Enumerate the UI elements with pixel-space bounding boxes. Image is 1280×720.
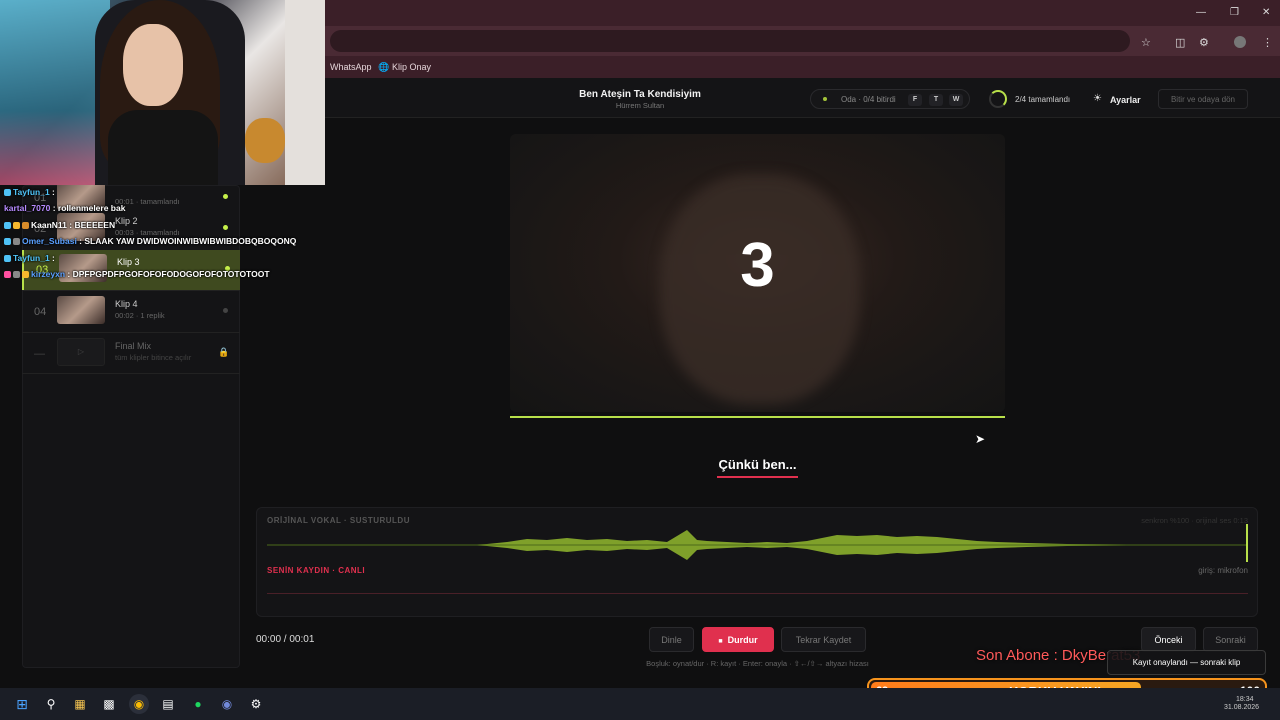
chat-message: Tayfun_1 :: [4, 187, 55, 197]
clip-name: Klip 3: [117, 257, 140, 267]
clip-item-4[interactable]: 04 Klip 4 00:02 · 1 replik: [22, 292, 240, 332]
key-badge-t: T: [929, 94, 943, 106]
progress-label: 2/4 tamamlandı: [1015, 95, 1071, 104]
finish-button[interactable]: Bitir ve odaya dön: [1158, 89, 1248, 109]
clip-item-final-mix[interactable]: — ▷ Final Mix tüm klipler bitince açılır…: [22, 334, 240, 374]
key-badge-f: F: [908, 94, 922, 106]
clip-status-dot: [223, 308, 228, 313]
address-bar[interactable]: [330, 30, 1130, 52]
lyric-line: Çünkü ben...: [718, 457, 797, 472]
key-badge-w: W: [949, 94, 963, 106]
rerecord-button[interactable]: Tekrar Kaydet: [781, 627, 866, 652]
app-icon[interactable]: ▩: [99, 694, 119, 714]
chat-message: Omer_Subasi : SLAAK YAW DWIDWOINWIBWIBWI…: [4, 236, 296, 246]
audio-app-icon[interactable]: ▤: [158, 694, 178, 714]
cursor-icon: ➤: [975, 432, 986, 446]
profile-avatar[interactable]: [1234, 36, 1246, 48]
settings-gear-icon[interactable]: ⚙: [246, 694, 266, 714]
clip-name: Klip 4: [115, 299, 138, 309]
song-artist: Hürrem Sultan: [615, 101, 665, 110]
bookmark-whatsapp[interactable]: WhatsApp: [330, 62, 372, 72]
clip-number: —: [34, 348, 45, 360]
chat-message: kartal_7070 : rollenmelere bak: [4, 203, 126, 213]
windows-start-icon[interactable]: ⊞: [12, 694, 32, 714]
recording-waveform: [267, 593, 1248, 594]
maximize-icon[interactable]: ❐: [1230, 7, 1239, 18]
song-title: Ben Ateşin Ta Kendisiyim: [579, 89, 701, 100]
chat-message: KaanN11 : BEEEEEN: [4, 220, 115, 230]
clip-number: 04: [34, 306, 47, 318]
spotify-icon[interactable]: ●: [188, 694, 208, 714]
keyboard-hint: Boşluk: oynat/dur · R: kayıt · Enter: on…: [646, 659, 869, 668]
chrome-icon[interactable]: ◉: [129, 694, 149, 714]
original-vocal-label: ORİJİNAL VOKAL · SUSTURULDU: [267, 516, 410, 525]
discord-icon[interactable]: ◉: [217, 694, 237, 714]
previous-button[interactable]: Önceki: [1141, 627, 1196, 652]
listen-button[interactable]: Dinle: [649, 627, 694, 652]
toast-notification: Kayıt onaylandı — sonraki klip: [1107, 650, 1266, 675]
divider: [22, 290, 240, 291]
bookmarks-bar: WhatsApp 🌐 Klip Onay: [325, 56, 1280, 78]
trash-icon[interactable]: ◫: [1175, 36, 1185, 49]
video-icon: ▷: [57, 338, 105, 366]
chat-message: kirzeyxn : DPFPGPDFPGOFOFOFODOGOFOFOTOTO…: [4, 269, 270, 279]
close-icon[interactable]: ✕: [1262, 7, 1270, 18]
sun-icon: ☀: [1093, 93, 1102, 104]
original-vocal-meta: senkron %100 · orijinal ses 0:13: [1141, 516, 1248, 525]
minimize-icon[interactable]: —: [1196, 7, 1206, 18]
clip-status-dot: [223, 225, 228, 230]
folder-icon[interactable]: ▦: [70, 694, 90, 714]
star-icon[interactable]: ☆: [1141, 36, 1151, 49]
countdown-number: 3: [740, 231, 775, 300]
clock-date: 31.08.2026: [1224, 704, 1260, 711]
divider: [22, 332, 240, 333]
divider: [22, 373, 240, 374]
next-button[interactable]: Sonraki: [1203, 627, 1258, 652]
stop-icon: ■: [718, 638, 723, 645]
bookmark-klip-onay[interactable]: Klip Onay: [392, 62, 431, 72]
menu-icon[interactable]: ⋮: [1262, 36, 1273, 49]
room-status-dot: [823, 97, 827, 101]
globe-icon: 🌐: [378, 62, 390, 72]
clip-thumbnail: [57, 296, 105, 324]
webcam-overlay: [0, 0, 325, 185]
clip-meta: tüm klipler bitince açılır: [115, 353, 192, 362]
lock-icon: 🔒: [218, 347, 230, 357]
video-progress-bar: [510, 416, 1005, 418]
clip-name: Final Mix: [115, 341, 152, 351]
settings-label: Ayarlar: [1110, 95, 1141, 105]
chat-message: Tayfun_1 :: [4, 253, 55, 263]
original-waveform: [267, 530, 1248, 560]
playhead[interactable]: [1246, 524, 1248, 562]
time-readout: 00:00 / 00:01: [256, 634, 315, 645]
progress-ring: [989, 90, 1007, 108]
extension-icon[interactable]: ⚙: [1199, 36, 1209, 49]
stop-button[interactable]: ■ Durdur: [702, 627, 774, 652]
lyric-underline: [717, 476, 798, 478]
your-recording-label: SENİN KAYDIN · CANLI: [267, 566, 366, 575]
search-icon[interactable]: ⚲: [41, 694, 61, 714]
clip-meta: 00:02 · 1 replik: [115, 311, 165, 320]
input-source-label: giriş: mikrofon: [1198, 566, 1248, 575]
clock-time: 18:34: [1236, 696, 1254, 703]
clip-name: Klip 2: [115, 216, 138, 226]
clip-status-dot: [223, 194, 228, 199]
room-status-label: Oda · 0/4 bitirdi: [841, 95, 896, 104]
